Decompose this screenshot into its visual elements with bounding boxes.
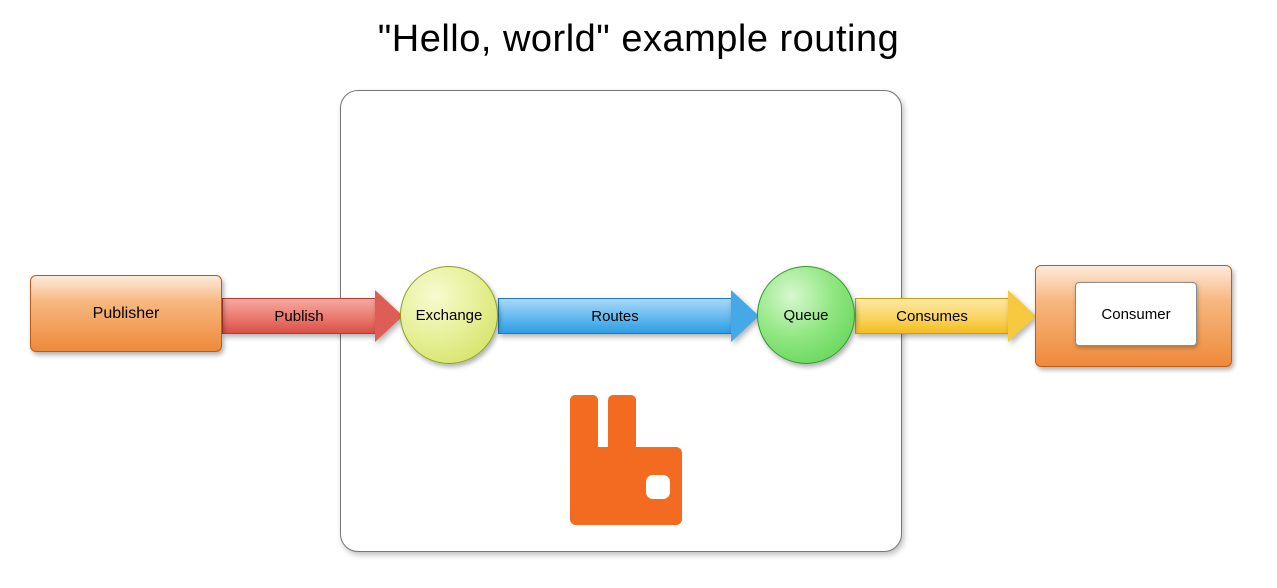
consumer-label: Consumer (1101, 306, 1170, 323)
arrow-consumes-label: Consumes (896, 308, 968, 325)
arrow-publish: Publish (222, 298, 375, 334)
publisher-node: Publisher (30, 275, 222, 352)
publisher-label: Publisher (93, 305, 160, 323)
queue-node: Queue (757, 266, 855, 364)
exchange-label: Exchange (416, 307, 483, 324)
exchange-node: Exchange (400, 266, 498, 364)
arrow-publish-label: Publish (274, 308, 323, 325)
arrow-routes-label: Routes (591, 308, 639, 325)
diagram-stage: "Hello, world" example routing Publish R… (0, 0, 1277, 588)
arrow-consumes: Consumes (855, 298, 1008, 334)
rabbitmq-icon (566, 395, 686, 525)
arrow-routes: Routes (498, 298, 731, 334)
queue-label: Queue (783, 307, 828, 324)
diagram-title: "Hello, world" example routing (0, 18, 1277, 61)
consumer-node: Consumer (1075, 282, 1197, 346)
